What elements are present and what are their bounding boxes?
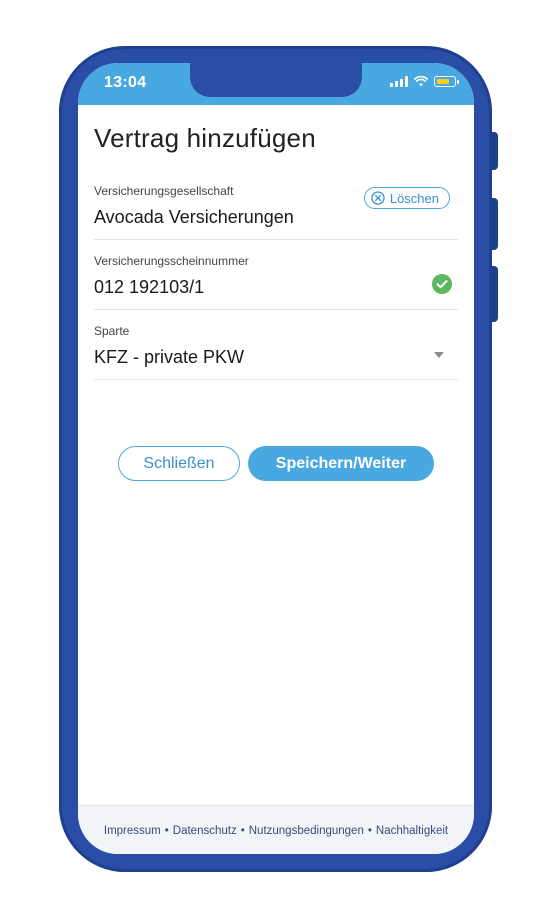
footer: Impressum • Datenschutz • Nutzungsbeding… — [78, 805, 474, 854]
company-value[interactable]: Avocada Versicherungen — [94, 207, 294, 228]
status-time: 13:04 — [104, 74, 147, 91]
footer-separator: • — [240, 824, 245, 837]
company-label: Versicherungsgesellschaft — [94, 184, 234, 198]
clear-button-label: Löschen — [389, 190, 439, 206]
wifi-icon — [414, 76, 428, 87]
division-value[interactable]: KFZ - private PKW — [94, 347, 244, 368]
policy-number-field[interactable]: Versicherungsscheinnummer 012 192103/1 — [94, 240, 458, 310]
form-content: Vertrag hinzufügen Versicherungsgesellsc… — [94, 105, 458, 481]
phone-side-button — [490, 132, 498, 170]
footer-link-nachhaltigkeit[interactable]: Nachhaltigkeit — [376, 825, 448, 837]
footer-separator: • — [164, 824, 169, 837]
status-icons — [390, 76, 459, 87]
app-screen: 13:04 Vertrag hinzufügen Versicherungsge… — [78, 63, 474, 854]
footer-separator: • — [367, 824, 372, 837]
clear-button[interactable]: Löschen — [363, 187, 450, 209]
status-bar: 13:04 — [78, 63, 474, 105]
form-actions: Schließen Speichern/Weiter — [118, 446, 434, 481]
footer-link-nutzungsbedingungen[interactable]: Nutzungsbedingungen — [249, 825, 364, 837]
signal-icon — [390, 76, 408, 87]
footer-link-datenschutz[interactable]: Datenschutz — [173, 825, 237, 837]
company-field[interactable]: Versicherungsgesellschaft Avocada Versic… — [94, 170, 458, 240]
close-circle-icon — [371, 191, 385, 205]
caret-down-icon[interactable] — [434, 352, 444, 358]
close-button[interactable]: Schließen — [118, 446, 240, 481]
policy-number-label: Versicherungsscheinnummer — [94, 254, 249, 268]
phone-volume-up-button — [490, 198, 498, 250]
phone-notch — [190, 63, 362, 97]
battery-icon — [434, 76, 459, 87]
division-label: Sparte — [94, 324, 130, 338]
page-title: Vertrag hinzufügen — [94, 123, 316, 153]
check-circle-icon — [432, 274, 452, 294]
save-continue-button[interactable]: Speichern/Weiter — [248, 446, 434, 481]
phone-volume-down-button — [490, 266, 498, 322]
footer-link-impressum[interactable]: Impressum — [104, 825, 161, 837]
division-select[interactable]: Sparte KFZ - private PKW — [94, 310, 458, 380]
battery-level — [436, 78, 449, 84]
policy-number-value[interactable]: 012 192103/1 — [94, 277, 204, 298]
